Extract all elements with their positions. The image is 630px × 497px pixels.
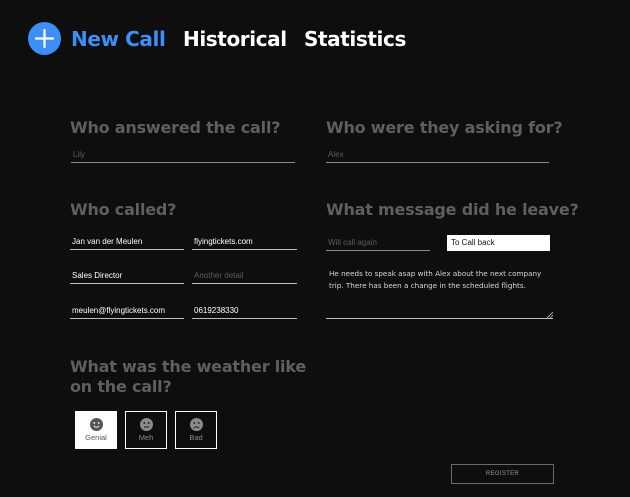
tab-new-call[interactable]: New Call	[71, 27, 166, 51]
weather-label: Bad	[189, 433, 203, 442]
weather-option-genial[interactable]: Genial	[75, 411, 117, 449]
caller-company-field[interactable]	[192, 236, 297, 250]
weather-option-meh[interactable]: Meh	[125, 411, 167, 449]
resize-grip-icon[interactable]	[547, 312, 553, 318]
caller-phone-field[interactable]	[192, 305, 297, 319]
sad-face-icon	[189, 418, 203, 431]
smile-icon	[89, 418, 103, 431]
tab-statistics[interactable]: Statistics	[304, 27, 406, 51]
tab-historical[interactable]: Historical	[183, 27, 287, 51]
register-button[interactable]: REGISTER	[451, 464, 554, 484]
caller-name-field[interactable]	[70, 236, 184, 250]
asking-for-heading: Who were they asking for?	[326, 118, 563, 137]
caller-email-field[interactable]	[70, 305, 184, 319]
plus-icon[interactable]	[28, 22, 61, 55]
asking-for-input[interactable]	[326, 149, 549, 163]
answered-heading: Who answered the call?	[70, 118, 281, 137]
caller-title-field[interactable]	[70, 270, 184, 284]
new-call-page: New Call Historical Statistics Who answe…	[0, 0, 630, 497]
message-textarea[interactable]: He needs to speak asap with Alex about t…	[326, 266, 553, 319]
weather-heading: What was the weather like on the call?	[70, 357, 307, 396]
callback-input[interactable]	[326, 237, 430, 251]
callback-select-value: To Call back	[451, 238, 495, 247]
neutral-face-icon	[139, 418, 153, 431]
weather-label: Genial	[85, 433, 107, 442]
caller-extra-field[interactable]	[192, 270, 297, 284]
callback-select[interactable]: To Call back	[447, 235, 550, 251]
weather-option-bad[interactable]: Bad	[175, 411, 217, 449]
weather-label: Meh	[138, 433, 154, 442]
caller-heading: Who called?	[70, 200, 177, 219]
answered-input[interactable]	[71, 149, 295, 163]
message-heading: What message did he leave?	[326, 200, 579, 219]
